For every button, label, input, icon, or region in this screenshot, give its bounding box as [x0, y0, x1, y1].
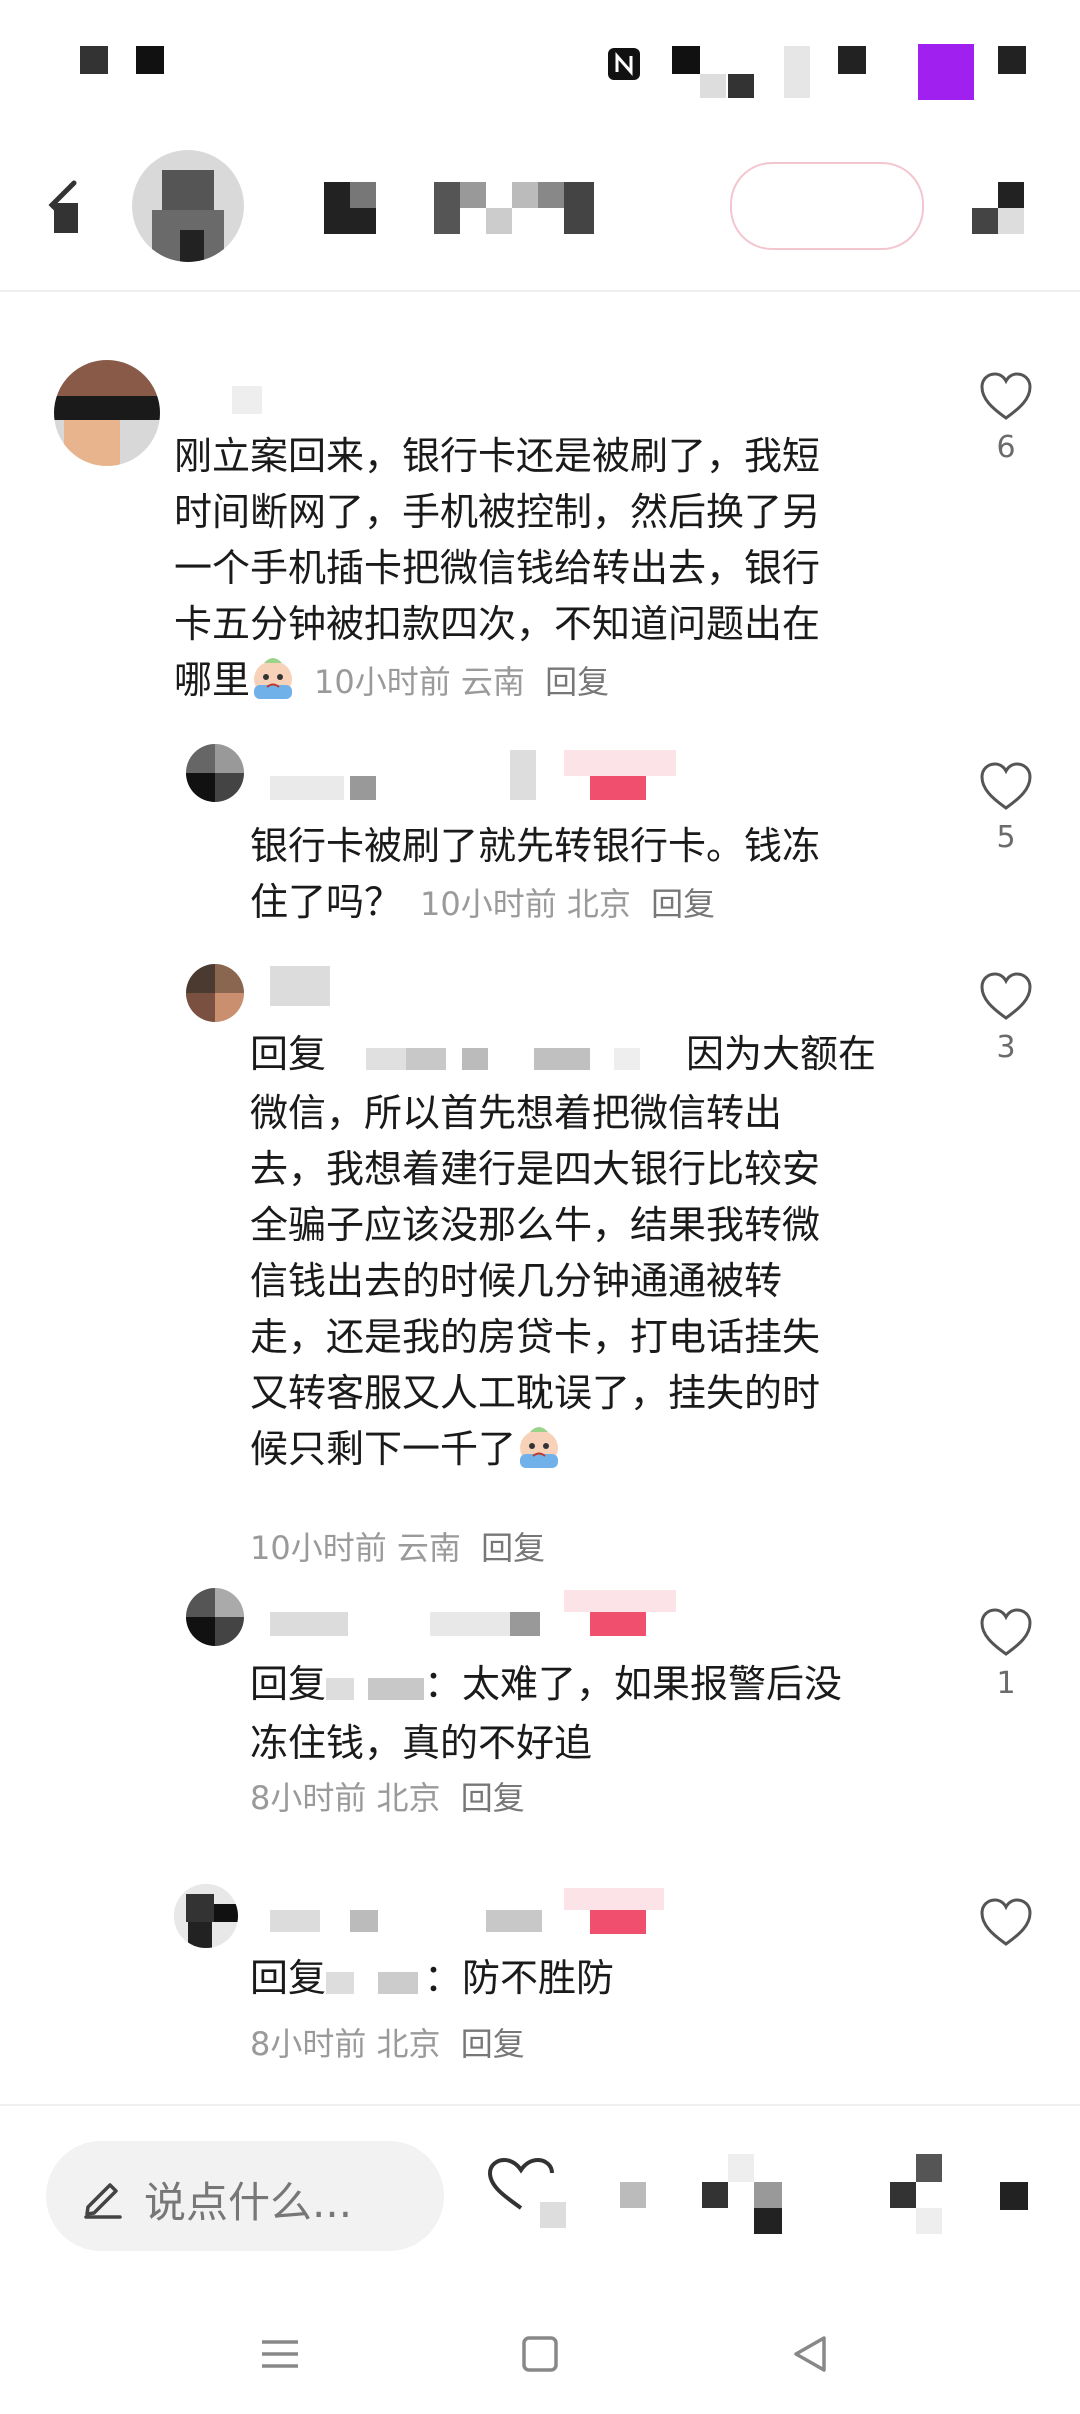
- author-name-blur: [350, 182, 376, 208]
- avatar[interactable]: [54, 360, 160, 466]
- share-icon[interactable]: [972, 182, 1024, 234]
- username-blur: [486, 1910, 542, 1932]
- status-time-blur: [136, 46, 164, 74]
- status-icon-blur: [838, 46, 866, 74]
- username-blur: [270, 966, 330, 1006]
- comment-time: 10小时前: [250, 1529, 387, 1567]
- comment-meta: 8小时前 北京 回复: [250, 1770, 525, 1826]
- comment-meta: 10小时前 云南 回复: [250, 1520, 545, 1576]
- heart-icon: [980, 972, 1032, 1020]
- comment-meta: 8小时前 北京 回复: [250, 2016, 525, 2072]
- status-bar: [0, 0, 1080, 120]
- nfc-icon: [606, 46, 642, 82]
- author-name-blur: [434, 182, 460, 234]
- username-blur: [510, 750, 536, 800]
- author-name-blur: [512, 182, 538, 208]
- like-button[interactable]: [966, 1896, 1046, 1956]
- author-tag-blur: [590, 1612, 646, 1636]
- username-blur: [270, 1910, 320, 1932]
- status-icon-blur: [784, 46, 810, 98]
- comment-text: 回复 ：太难了，如果报警后没 冻住钱，真的不好追: [250, 1656, 970, 1771]
- reply-button[interactable]: 回复: [461, 1779, 525, 1817]
- comment-location: 云南: [396, 1529, 461, 1567]
- author-tag-blur: [564, 1590, 676, 1612]
- author-name-blur: [564, 182, 594, 234]
- like-button[interactable]: 6: [966, 370, 1046, 465]
- reply-target-blur: [326, 1953, 424, 2009]
- comment-location: 云南: [460, 663, 525, 701]
- comment-count-blur: [1000, 2182, 1028, 2210]
- comment-text: 银行卡被刷了就先转银行卡。钱冻 住了吗？ 10小时前 北京 回复: [250, 824, 821, 924]
- author-tag-blur: [564, 750, 676, 776]
- heart-icon: [980, 1898, 1032, 1946]
- author-tag-blur: [590, 1910, 646, 1934]
- back-icon[interactable]: [40, 175, 84, 235]
- like-button[interactable]: 1: [966, 1606, 1046, 1701]
- menu-icon[interactable]: [250, 2324, 310, 2384]
- reply-button[interactable]: 回复: [651, 885, 715, 923]
- system-nav-bar: [0, 2284, 1080, 2414]
- comment-action-icon[interactable]: [890, 2154, 962, 2234]
- collect-icon[interactable]: [702, 2154, 782, 2234]
- comment-location: 北京: [566, 885, 631, 923]
- comment-text: 刚立案回来，银行卡还是被刷了，我短 时间断网了，手机被控制，然后换了另 一个手机…: [174, 434, 821, 702]
- comment-time: 8小时前: [250, 2025, 367, 2063]
- input-placeholder: 说点什么...: [144, 2178, 353, 2227]
- comment-text: 回复 因为大额在 微信，所以首先想着把微信转出 去，我想着建行是四大银行比较安 全…: [250, 1026, 970, 1477]
- heart-icon: [980, 762, 1032, 810]
- avatar[interactable]: [186, 744, 244, 802]
- comment-time: 10小时前: [314, 663, 451, 701]
- comment-time: 10小时前: [420, 885, 557, 923]
- like-count: 5: [996, 820, 1016, 855]
- reply-button[interactable]: 回复: [545, 663, 609, 701]
- comment-time: 8小时前: [250, 1779, 367, 1817]
- crying-emoji-icon: [516, 1424, 562, 1470]
- like-button[interactable]: 3: [966, 970, 1046, 1065]
- status-time-blur: [80, 46, 108, 74]
- author-name-blur: [486, 208, 512, 234]
- heart-icon: [980, 372, 1032, 420]
- comment-location: 北京: [376, 2025, 441, 2063]
- username-blur: [350, 776, 376, 800]
- like-count-blur: [620, 2182, 646, 2208]
- author-name-blur: [460, 182, 486, 208]
- header: [0, 120, 1080, 292]
- heart-icon: [980, 1608, 1032, 1656]
- comment-location: 北京: [376, 1779, 441, 1817]
- username-blur: [270, 1612, 348, 1636]
- battery-blur: [918, 44, 974, 100]
- status-icon-blur: [672, 46, 700, 74]
- pen-icon: [78, 2171, 128, 2221]
- comment-text: 回复 ：防不胜防: [250, 1950, 970, 2009]
- reply-target-blur: [326, 1659, 425, 1715]
- username-blur: [350, 1910, 378, 1932]
- comment-input[interactable]: 说点什么...: [46, 2141, 444, 2251]
- avatar[interactable]: [174, 1884, 238, 1948]
- like-count: 1: [996, 1666, 1016, 1701]
- follow-button[interactable]: [730, 162, 924, 250]
- author-avatar[interactable]: [132, 150, 244, 262]
- author-tag-blur: [590, 776, 646, 800]
- status-icon-blur: [700, 74, 726, 98]
- avatar[interactable]: [186, 1588, 244, 1646]
- like-button[interactable]: 5: [966, 760, 1046, 855]
- like-count: 3: [996, 1030, 1016, 1065]
- home-icon[interactable]: [510, 2324, 570, 2384]
- bottom-action-bar: 说点什么...: [0, 2104, 1080, 2286]
- reply-target-blur: [326, 1029, 686, 1085]
- crying-emoji-icon: [250, 655, 296, 701]
- username-blur: [510, 1612, 540, 1636]
- back-triangle-icon[interactable]: [780, 2324, 840, 2384]
- reply-button[interactable]: 回复: [481, 1529, 545, 1567]
- like-count-blur: [540, 2202, 566, 2228]
- like-count: 6: [996, 430, 1016, 465]
- username-blur: [270, 776, 344, 800]
- reply-button[interactable]: 回复: [461, 2025, 525, 2063]
- author-name-blur: [538, 182, 564, 208]
- avatar[interactable]: [186, 964, 244, 1022]
- author-tag-blur: [564, 1888, 664, 1910]
- username-blur: [232, 386, 262, 414]
- status-icon-blur: [998, 46, 1026, 74]
- status-icon-blur: [728, 74, 754, 98]
